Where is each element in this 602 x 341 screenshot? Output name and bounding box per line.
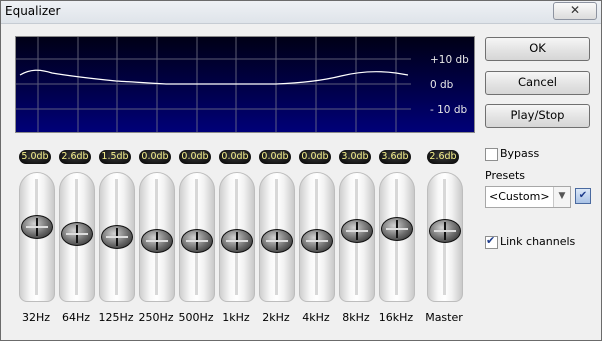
band-value-500hz: 0.0db (179, 150, 211, 164)
slider-thumb-1khz[interactable] (221, 229, 253, 253)
slider-thumb-4khz[interactable] (301, 229, 333, 253)
slider-8khz[interactable] (339, 172, 375, 302)
slider-64hz[interactable] (59, 172, 95, 302)
bypass-label[interactable]: Bypass (500, 147, 539, 160)
slider-32hz[interactable] (19, 172, 55, 302)
band-value-32hz: 5.0db (19, 150, 51, 164)
slider-16khz[interactable] (379, 172, 415, 302)
db-label-bottom: - 10 db (430, 104, 468, 116)
equalizer-body: +10 db 0 db - 10 db 5.0db 2.6db 1.5db 0.… (1, 24, 601, 340)
eq-response-graph: +10 db 0 db - 10 db (15, 36, 475, 133)
db-label-top: +10 db (430, 54, 469, 66)
play-stop-button[interactable]: Play/Stop (485, 104, 590, 128)
bypass-checkbox[interactable] (485, 148, 498, 161)
eq-curve-plot (16, 37, 411, 132)
slider-250hz[interactable] (139, 172, 175, 302)
slider-thumb-2khz[interactable] (261, 229, 293, 253)
close-button[interactable]: ✕ (553, 2, 597, 20)
band-value-16khz: 3.6db (379, 150, 411, 164)
link-channels-checkbox[interactable]: ✔ (485, 234, 498, 249)
slider-1khz[interactable] (219, 172, 255, 302)
band-label-1khz: 1kHz (222, 311, 250, 324)
link-channels-label[interactable]: Link channels (500, 235, 575, 248)
band-label-64hz: 64Hz (61, 311, 91, 324)
band-value-4khz: 0.0db (299, 150, 331, 164)
cancel-button[interactable]: Cancel (485, 71, 590, 95)
presets-dropdown[interactable]: <Custom> ▼ (485, 186, 571, 208)
presets-label: Presets (485, 169, 526, 182)
slider-thumb-8khz[interactable] (341, 219, 373, 243)
title-bar[interactable]: Equalizer ✕ (1, 1, 601, 24)
equalizer-window: Equalizer ✕ +10 db 0 db - 10 db 5.0db 2.… (0, 0, 602, 341)
band-label-250hz: 250Hz (138, 311, 174, 324)
slider-thumb-125hz[interactable] (101, 225, 133, 249)
band-label-2khz: 2kHz (262, 311, 290, 324)
slider-thumb-32hz[interactable] (21, 215, 53, 239)
band-value-125hz: 1.5db (99, 150, 131, 164)
close-icon: ✕ (569, 3, 581, 17)
window-title: Equalizer (5, 4, 61, 18)
presets-selected-value: <Custom> (489, 190, 550, 203)
band-label-125hz: 125Hz (98, 311, 134, 324)
band-value-2khz: 0.0db (259, 150, 291, 164)
slider-master[interactable] (427, 172, 463, 302)
master-value: 2.6db (427, 150, 459, 164)
slider-thumb-500hz[interactable] (181, 229, 213, 253)
band-label-16khz: 16kHz (378, 311, 414, 324)
slider-4khz[interactable] (299, 172, 335, 302)
checkmark-icon: ✔ (486, 234, 496, 247)
band-value-1khz: 0.0db (219, 150, 251, 164)
slider-thumb-16khz[interactable] (381, 217, 413, 241)
chevron-down-icon[interactable]: ▼ (553, 187, 570, 207)
ok-button[interactable]: OK (485, 37, 590, 61)
slider-500hz[interactable] (179, 172, 215, 302)
band-label-32hz: 32Hz (21, 311, 51, 324)
db-label-mid: 0 db (430, 79, 454, 91)
slider-thumb-250hz[interactable] (141, 229, 173, 253)
band-value-8khz: 3.0db (339, 150, 371, 164)
band-value-64hz: 2.6db (59, 150, 91, 164)
save-preset-icon[interactable]: ✔ (575, 188, 591, 204)
slider-thumb-master[interactable] (429, 219, 461, 243)
band-label-500hz: 500Hz (178, 311, 214, 324)
master-label: Master (425, 311, 463, 324)
slider-125hz[interactable] (99, 172, 135, 302)
band-label-8khz: 8kHz (342, 311, 370, 324)
slider-2khz[interactable] (259, 172, 295, 302)
band-value-250hz: 0.0db (139, 150, 171, 164)
band-label-4khz: 4kHz (302, 311, 330, 324)
slider-thumb-64hz[interactable] (61, 222, 93, 246)
